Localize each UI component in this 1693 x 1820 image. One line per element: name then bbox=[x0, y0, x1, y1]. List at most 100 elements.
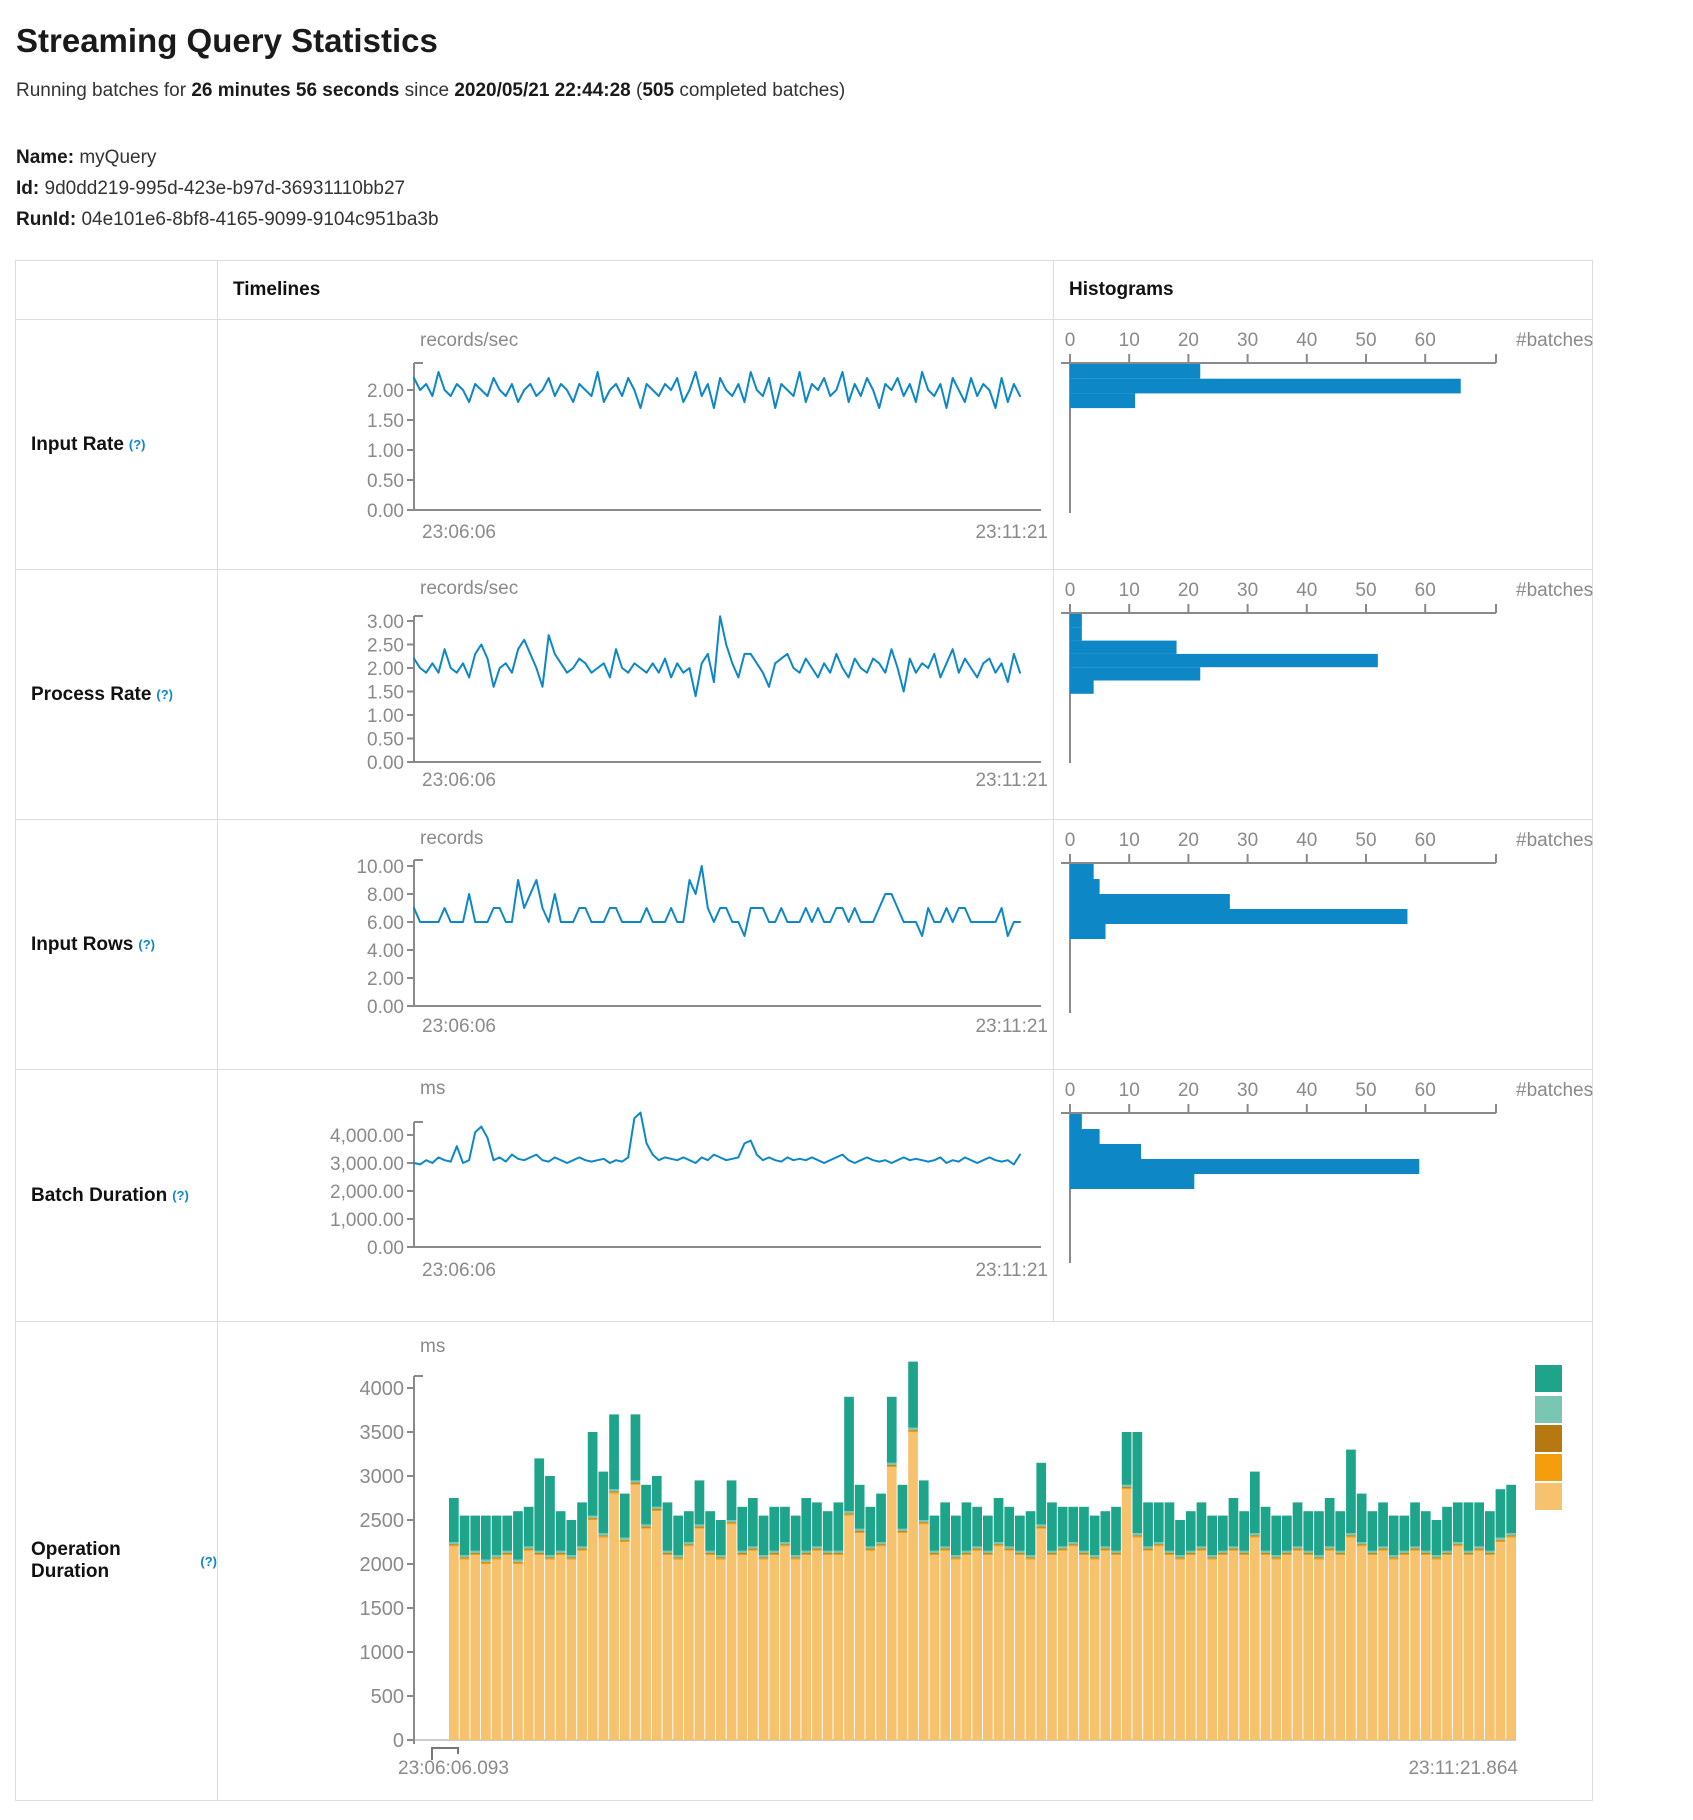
axis-label: 50 bbox=[1355, 1080, 1376, 1101]
stacked-bar-segment bbox=[684, 1544, 694, 1545]
stacked-bar-segment bbox=[588, 1518, 598, 1519]
query-name-line: Name: myQuery bbox=[16, 142, 1693, 173]
query-runid-line: RunId: 04e101e6-8bf8-4165-9099-9104c951b… bbox=[16, 204, 1693, 235]
stacked-bar-segment bbox=[769, 1554, 779, 1555]
stacked-bar-segment bbox=[470, 1555, 480, 1740]
stacked-bar-segment bbox=[1068, 1542, 1078, 1544]
stacked-bar-segment bbox=[1432, 1555, 1442, 1557]
header-timelines: Timelines bbox=[218, 261, 1054, 320]
stacked-bar-segment bbox=[492, 1558, 502, 1559]
histogram-bar bbox=[1070, 393, 1135, 408]
help-icon-input-rate[interactable]: (?) bbox=[129, 437, 146, 452]
stacked-bar-segment bbox=[1122, 1487, 1132, 1488]
histogram-chart-batch-duration: 0102030405060#batches bbox=[1054, 1070, 1592, 1322]
axis-label: records bbox=[420, 828, 483, 849]
stacked-bar-segment bbox=[663, 1551, 673, 1553]
help-icon-process-rate[interactable]: (?) bbox=[156, 687, 173, 702]
stacked-bar-segment bbox=[1154, 1545, 1164, 1546]
stacked-bar-segment bbox=[972, 1549, 982, 1550]
stacked-bar-segment bbox=[663, 1502, 673, 1550]
stacked-bar-segment bbox=[599, 1535, 609, 1536]
help-icon-input-rows[interactable]: (?) bbox=[138, 937, 155, 952]
stacked-bar-segment bbox=[1314, 1511, 1324, 1555]
axis-label: records/sec bbox=[420, 330, 518, 351]
stacked-bar-segment bbox=[994, 1546, 1004, 1740]
stacked-bar-segment bbox=[1464, 1502, 1474, 1550]
stacked-bar-segment bbox=[534, 1554, 544, 1555]
stacked-bar-segment bbox=[812, 1502, 822, 1546]
stacked-bar-segment bbox=[1474, 1546, 1484, 1548]
stacked-bar-segment bbox=[1239, 1551, 1249, 1553]
query-name-value: myQuery bbox=[79, 147, 156, 168]
stacked-bar-segment bbox=[1378, 1546, 1388, 1548]
stacked-bar-segment bbox=[791, 1516, 801, 1556]
stacked-bar-segment bbox=[1400, 1551, 1410, 1553]
stacked-bar-segment bbox=[866, 1549, 876, 1550]
axis-label: 30 bbox=[1237, 1080, 1258, 1101]
stacked-bar-segment bbox=[1047, 1553, 1057, 1554]
stacked-bar-segment bbox=[1303, 1511, 1313, 1551]
stacked-bar-segment bbox=[727, 1522, 737, 1523]
axis-label: 0.00 bbox=[367, 1238, 404, 1259]
stacked-bar-segment bbox=[716, 1560, 726, 1740]
stacked-bar-segment bbox=[1496, 1541, 1506, 1542]
stacked-bar-segment bbox=[769, 1555, 779, 1740]
stacked-bar-segment bbox=[940, 1546, 950, 1548]
stacked-bar-segment bbox=[1410, 1502, 1420, 1546]
stacked-bar-segment bbox=[748, 1551, 758, 1740]
stacked-bar-segment bbox=[1368, 1551, 1378, 1553]
stacked-bar-segment bbox=[1357, 1542, 1367, 1544]
row-label-text: Operation Duration bbox=[31, 1539, 195, 1583]
axis-label: 500 bbox=[371, 1686, 404, 1708]
stacked-bar-segment bbox=[1453, 1502, 1463, 1542]
stacked-bar-segment bbox=[460, 1555, 470, 1557]
stacked-bar-segment bbox=[1496, 1489, 1506, 1537]
stacked-bar-segment bbox=[1271, 1558, 1281, 1559]
histogram-bar bbox=[1070, 681, 1094, 694]
header-empty-cell bbox=[16, 261, 218, 320]
query-id-label: Id: bbox=[16, 178, 39, 199]
axis-label: 2,000.00 bbox=[330, 1182, 404, 1203]
stacked-bar-segment bbox=[492, 1557, 502, 1558]
histogram-cell-input-rows: 0102030405060#batches bbox=[1054, 820, 1592, 1070]
stacked-bar-segment bbox=[1026, 1558, 1036, 1559]
stacked-bar-segment bbox=[737, 1507, 747, 1551]
stacked-bar-segment bbox=[1410, 1550, 1420, 1551]
axis-label: 3,000.00 bbox=[330, 1154, 404, 1175]
stacked-bar-segment bbox=[844, 1516, 854, 1740]
stacked-bar-segment bbox=[887, 1465, 897, 1466]
axis-label: 10 bbox=[1119, 830, 1140, 851]
stacked-bar-segment bbox=[898, 1485, 908, 1529]
stacked-bar-segment bbox=[844, 1397, 854, 1511]
stacked-bar-segment bbox=[1004, 1507, 1014, 1547]
stacked-bar-segment bbox=[609, 1491, 619, 1492]
stacked-bar-segment bbox=[1197, 1549, 1207, 1550]
stacked-bar-segment bbox=[769, 1507, 779, 1551]
stacked-bar-segment bbox=[759, 1555, 769, 1557]
stacked-bar-segment bbox=[727, 1520, 737, 1522]
axis-label: #batches bbox=[1516, 830, 1593, 851]
stacked-bar-segment bbox=[1421, 1511, 1431, 1551]
help-icon-batch-duration[interactable]: (?) bbox=[172, 1188, 189, 1203]
stacked-bar-segment bbox=[801, 1553, 811, 1554]
stacked-bar-segment bbox=[1474, 1550, 1484, 1551]
stacked-bar-segment bbox=[1154, 1502, 1164, 1542]
help-icon-operation-duration[interactable]: (?) bbox=[200, 1554, 217, 1569]
stacked-bar-segment bbox=[844, 1513, 854, 1514]
stacked-bar-segment bbox=[1303, 1551, 1313, 1553]
stacked-bar-segment bbox=[1261, 1507, 1271, 1551]
stacked-bar-segment bbox=[994, 1542, 1004, 1544]
query-meta: Name: myQuery Id: 9d0dd219-995d-423e-b97… bbox=[16, 142, 1693, 235]
stacked-bar-segment bbox=[1229, 1546, 1239, 1548]
stacked-bar-segment bbox=[898, 1532, 908, 1533]
stacked-bar-segment bbox=[1346, 1450, 1356, 1534]
stacked-bar-segment bbox=[1421, 1553, 1431, 1554]
stacked-bar-segment bbox=[1464, 1554, 1474, 1555]
row-label-input-rate: Input Rate(?) bbox=[16, 320, 218, 570]
stacked-bar-segment bbox=[769, 1551, 779, 1553]
stacked-bar-segment bbox=[1197, 1551, 1207, 1740]
stacked-bar-segment bbox=[801, 1554, 811, 1555]
histogram-bar bbox=[1070, 864, 1094, 879]
stacked-bar-segment bbox=[834, 1554, 844, 1555]
histogram-bar bbox=[1070, 667, 1200, 680]
